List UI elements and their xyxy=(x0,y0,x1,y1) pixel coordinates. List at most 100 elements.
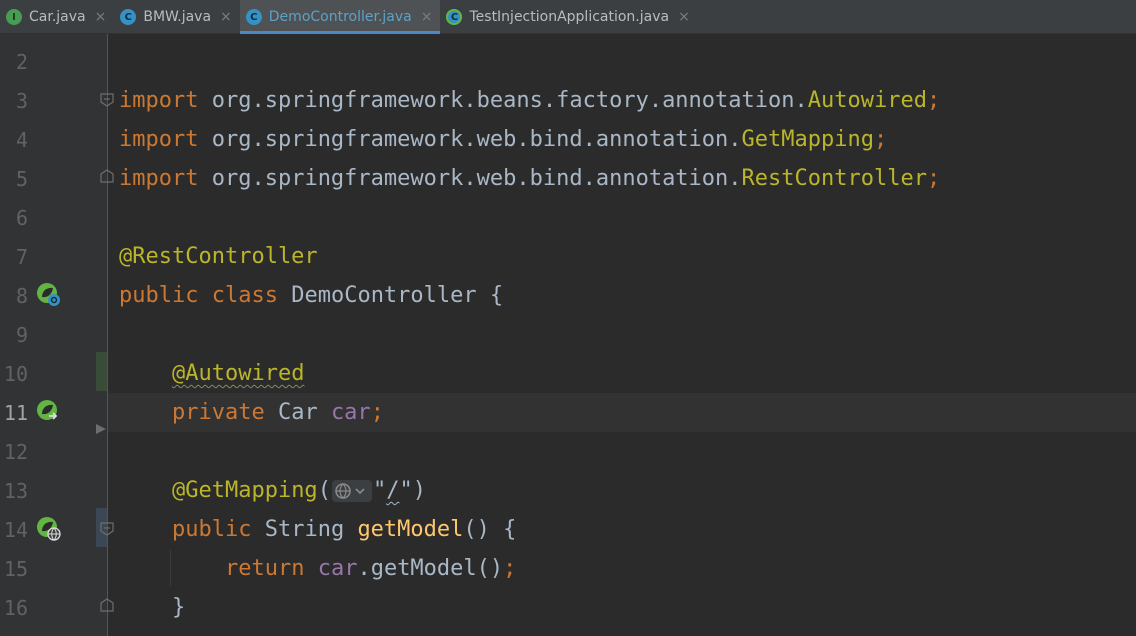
token-keyword: import xyxy=(119,88,199,113)
code-line: 4 import org.springframework.web.bind.an… xyxy=(0,120,1136,159)
token-paren: ( xyxy=(317,478,331,503)
token-package: org.springframework.beans.factory.annota… xyxy=(198,88,808,113)
code-line: 7 @RestController xyxy=(0,237,1136,276)
line-number: 16 xyxy=(3,596,28,620)
token-package: org.springframework.web.bind.annotation. xyxy=(198,166,742,191)
code-text: import org.springframework.web.bind.anno… xyxy=(119,126,887,153)
token-call: .getModel() xyxy=(357,556,504,581)
class-file-icon: C xyxy=(245,9,262,25)
token-type: Car xyxy=(264,400,331,425)
token-keyword: import xyxy=(119,127,199,152)
line-number: 6 xyxy=(15,206,28,230)
token-semicolon: ; xyxy=(370,400,384,425)
token-class: Autowired xyxy=(807,88,927,113)
spring-bean-icon[interactable] xyxy=(36,282,62,308)
line-number: 13 xyxy=(3,479,28,503)
line-number: 12 xyxy=(3,440,28,464)
token-annotation: @RestController xyxy=(119,244,318,269)
code-line: 6 xyxy=(0,198,1136,237)
token-keyword: import xyxy=(119,166,199,191)
globe-icon xyxy=(335,483,365,499)
token-keyword: return xyxy=(224,556,305,581)
autowired-navigate-icon[interactable] xyxy=(36,399,62,425)
token-type: String xyxy=(251,517,358,542)
fold-end-icon[interactable] xyxy=(99,598,115,612)
line-number: 4 xyxy=(15,128,28,152)
web-endpoint-icon[interactable] xyxy=(36,516,62,542)
token-keyword: class xyxy=(211,283,278,308)
token-semicolon: ; xyxy=(503,556,517,581)
code-line: 14 public String getModel() { xyxy=(0,510,1136,549)
code-text: return car.getModel(); xyxy=(119,555,516,582)
tab-bmw-java[interactable]: C BMW.java × xyxy=(114,0,239,34)
token-semicolon: ; xyxy=(926,88,941,113)
close-icon[interactable]: × xyxy=(95,9,107,25)
token-keyword: private xyxy=(171,400,265,425)
fold-end-icon[interactable] xyxy=(99,169,115,183)
spring-app-file-icon: C xyxy=(446,9,463,25)
endpoint-inlay-hint[interactable] xyxy=(331,480,372,502)
code-text: import org.springframework.beans.factory… xyxy=(119,87,940,114)
fold-start-icon[interactable] xyxy=(99,522,115,536)
token-field: car xyxy=(317,556,358,581)
code-line: 13 @GetMapping("/") xyxy=(0,471,1136,510)
line-number: 10 xyxy=(3,362,28,386)
token-annotation: @Autowired xyxy=(171,361,305,386)
fold-start-icon[interactable] xyxy=(99,93,115,107)
tab-car-java[interactable]: I Car.java × xyxy=(0,0,114,34)
token-semicolon: ; xyxy=(926,166,941,191)
code-line-current: 11 private Car car; xyxy=(0,393,1136,432)
token-keyword: public xyxy=(119,283,199,308)
line-number: 9 xyxy=(15,323,28,347)
token-paren: ) xyxy=(412,478,426,503)
code-text: @RestController xyxy=(119,243,318,270)
code-editor[interactable]: 2 3 import org.springframework.beans.fac… xyxy=(0,34,1136,636)
token-method: getModel xyxy=(357,517,464,542)
line-number: 7 xyxy=(15,245,28,269)
tab-label: DemoController.java xyxy=(268,9,412,25)
token-package: org.springframework.web.bind.annotation. xyxy=(198,127,742,152)
token-brace: { xyxy=(476,283,504,308)
line-number: 15 xyxy=(3,557,28,581)
token-keyword: public xyxy=(171,517,252,542)
tab-democontroller-java[interactable]: C DemoController.java × xyxy=(239,0,441,34)
code-line: 12 xyxy=(0,424,1136,471)
token-signature: () { xyxy=(463,517,517,542)
line-number: 3 xyxy=(15,89,28,113)
code-text: @GetMapping("/") xyxy=(119,477,426,504)
code-text: private Car car; xyxy=(119,399,384,426)
code-line: 9 xyxy=(0,315,1136,354)
token-class: GetMapping xyxy=(741,127,874,152)
code-line: 3 import org.springframework.beans.facto… xyxy=(0,81,1136,120)
token-field: car xyxy=(330,400,371,425)
token-brace: } xyxy=(171,595,186,620)
close-icon[interactable]: × xyxy=(220,9,232,25)
code-line: 2 xyxy=(0,42,1136,81)
close-icon[interactable]: × xyxy=(678,9,690,25)
token-class-name: DemoController xyxy=(291,283,477,308)
token-string-quote: " xyxy=(399,478,413,503)
play-arrow-icon[interactable] xyxy=(94,422,110,436)
code-line: 16 } xyxy=(0,588,1136,627)
interface-file-icon: I xyxy=(6,9,22,25)
tab-label: TestInjectionApplication.java xyxy=(469,9,670,25)
tab-label: Car.java xyxy=(29,9,86,25)
code-line: 5 import org.springframework.web.bind.an… xyxy=(0,159,1136,198)
code-text: import org.springframework.web.bind.anno… xyxy=(119,165,940,192)
code-text: @Autowired xyxy=(119,360,304,387)
code-text: public String getModel() { xyxy=(119,516,516,543)
token-string-path: / xyxy=(386,478,400,503)
line-number: 5 xyxy=(15,167,28,191)
code-line: 10 @Autowired xyxy=(0,354,1136,393)
editor-tab-bar: I Car.java × C BMW.java × C DemoControll… xyxy=(0,0,1136,34)
token-class: RestController xyxy=(741,166,927,191)
close-icon[interactable]: × xyxy=(421,9,433,25)
tab-testinjectionapplication-java[interactable]: C TestInjectionApplication.java × xyxy=(440,0,697,34)
line-number: 11 xyxy=(3,401,28,425)
code-line: 8 public class DemoController { xyxy=(0,276,1136,315)
code-text: public class DemoController { xyxy=(119,282,503,309)
class-file-icon: C xyxy=(120,9,137,25)
